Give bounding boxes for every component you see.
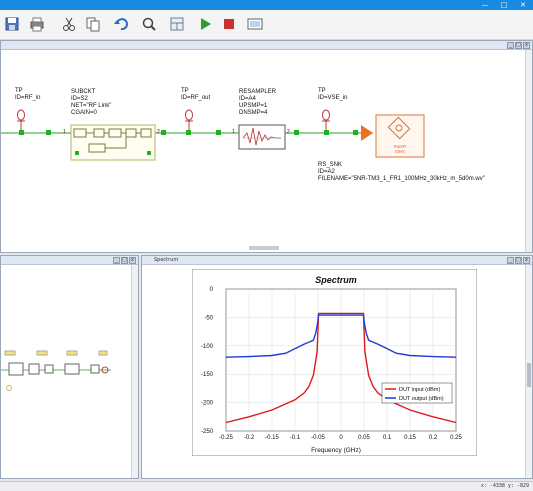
copy-icon[interactable] bbox=[84, 15, 102, 33]
undo-icon[interactable] bbox=[112, 15, 130, 33]
graph-window: Spectrum _ □ x Spectrum -0.25 -0.2 -0.15 -0… bbox=[141, 255, 533, 479]
cursor-coordinates: x: -4338 y: -829 bbox=[480, 483, 529, 489]
node-dot bbox=[353, 130, 358, 135]
subckt-port-1: 1 bbox=[63, 129, 66, 135]
stop-icon[interactable] bbox=[220, 15, 238, 33]
y-tick-label: -100 bbox=[201, 344, 214, 350]
subckt-type-label: SUBCKT bbox=[71, 89, 96, 95]
node-dot bbox=[294, 130, 299, 135]
x-tick-label: -0.1 bbox=[290, 435, 301, 441]
x-tick-label: 0.1 bbox=[383, 435, 392, 441]
resampler-port-2: 2 bbox=[287, 129, 290, 135]
graph-window-title: Spectrum bbox=[154, 257, 179, 263]
x-tick-label: 0.05 bbox=[358, 435, 370, 441]
title-bar: — □ ✕ bbox=[0, 0, 533, 10]
layout-icon[interactable] bbox=[168, 15, 186, 33]
test-point-probe-3 bbox=[322, 109, 330, 130]
zoom-icon[interactable] bbox=[140, 15, 158, 33]
x-tick-label: -0.15 bbox=[265, 435, 279, 441]
node-dot bbox=[19, 130, 24, 135]
subcircuit-canvas[interactable] bbox=[1, 346, 131, 396]
node-dot bbox=[46, 130, 51, 135]
legend-label: DUT output (dBm) bbox=[399, 396, 444, 402]
sink-input-arrow bbox=[361, 125, 373, 141]
resampler-dnsmp-label: DNSMP=4 bbox=[239, 110, 268, 116]
tp3-type-label: TP bbox=[318, 88, 326, 94]
x-axis-label: Frequency (GHz) bbox=[311, 447, 361, 454]
subcircuit-window-header: _ □ x bbox=[1, 256, 138, 265]
run-icon[interactable] bbox=[196, 15, 214, 33]
subcircuit-maximize-button[interactable]: □ bbox=[121, 257, 128, 264]
subcircuit-minimize-button[interactable]: _ bbox=[113, 257, 120, 264]
graph-maximize-button[interactable]: □ bbox=[515, 257, 522, 264]
close-button[interactable]: ✕ bbox=[516, 2, 530, 9]
x-tick-label: -0.2 bbox=[244, 435, 255, 441]
node-dot bbox=[186, 130, 191, 135]
tp1-id-label: ID=RF_in bbox=[15, 95, 41, 101]
schematic-vertical-scrollbar[interactable] bbox=[525, 50, 532, 252]
status-bar: x: -4338 y: -829 bbox=[0, 481, 533, 491]
tp2-id-label: ID=RF_out bbox=[181, 95, 211, 101]
tp1-type-label: TP bbox=[15, 88, 23, 94]
minimize-button[interactable]: — bbox=[478, 2, 492, 9]
y-tick-label: -200 bbox=[201, 401, 214, 407]
node-dot bbox=[216, 130, 221, 135]
graph-window-buttons: _ □ x bbox=[507, 257, 530, 264]
test-point-probe-2 bbox=[185, 109, 193, 130]
rs-snk-type-label: RS_SNK bbox=[318, 162, 343, 168]
x-tick-label: 0.15 bbox=[404, 435, 416, 441]
y-tick-label: -150 bbox=[201, 372, 214, 378]
subcircuit-window: _ □ x bbox=[0, 255, 139, 479]
schematic-close-button[interactable]: x bbox=[523, 42, 530, 49]
y-tick-label: -50 bbox=[204, 315, 213, 321]
subcircuit-vertical-scrollbar[interactable] bbox=[131, 265, 138, 478]
graph-close-button[interactable]: x bbox=[523, 257, 530, 264]
resampler-block bbox=[238, 124, 286, 150]
graph-window-header: Spectrum _ □ x bbox=[142, 256, 532, 265]
resampler-type-label: RESAMPLER bbox=[239, 89, 277, 95]
print-icon[interactable] bbox=[28, 15, 46, 33]
x-tick-label: 0.2 bbox=[429, 435, 438, 441]
resampler-port-1: 1 bbox=[232, 129, 235, 135]
x-tick-label: 0.25 bbox=[450, 435, 462, 441]
schematic-window: _ □ x TP ID=RF_in SUBCKT ID=S2 NET="RF L… bbox=[0, 40, 533, 253]
x-tick-label: -0.25 bbox=[219, 435, 233, 441]
subcircuit-close-button[interactable]: x bbox=[129, 257, 136, 264]
toolbar bbox=[0, 10, 533, 40]
test-point-probe-1 bbox=[17, 109, 25, 130]
maximize-button[interactable]: □ bbox=[497, 2, 511, 9]
save-icon[interactable] bbox=[3, 15, 21, 33]
rs-snk-id-label: ID=A2 bbox=[318, 169, 335, 175]
resampler-upsmp-label: UPSMP=1 bbox=[239, 103, 268, 109]
spectrum-chart: Spectrum -0.25 -0.2 -0.15 -0.1 -0.05 0 0.05 0.1… bbox=[192, 269, 477, 456]
subckt-net-label: NET="RF Link" bbox=[71, 103, 112, 109]
schematic-canvas[interactable] bbox=[1, 41, 521, 246]
y-tick-label: -250 bbox=[201, 429, 214, 435]
tp2-type-label: TP bbox=[181, 88, 189, 94]
node-dot bbox=[161, 130, 166, 135]
subcircuit-block bbox=[70, 124, 156, 161]
rs-sink-block-text: R&SR SINK bbox=[393, 144, 407, 154]
x-tick-label: -0.05 bbox=[311, 435, 325, 441]
legend-label: DUT input (dBm) bbox=[399, 387, 440, 393]
view-icon[interactable] bbox=[246, 15, 264, 33]
splitter-grip[interactable] bbox=[249, 246, 279, 250]
subcircuit-window-buttons: _ □ x bbox=[113, 257, 136, 264]
subckt-cgain-label: CGAIN=0 bbox=[71, 110, 97, 116]
rs-snk-filename-label: FILENAME="5NR-TM3_1_FR1_100MHz_30kHz_m_5… bbox=[318, 176, 485, 182]
resampler-id-label: ID=A4 bbox=[239, 96, 256, 102]
graph-vertical-scrollbar[interactable] bbox=[525, 265, 532, 478]
chart-title: Spectrum bbox=[315, 275, 357, 285]
node-dot bbox=[324, 130, 329, 135]
cut-icon[interactable] bbox=[60, 15, 78, 33]
tp3-id-label: ID=VSE_in bbox=[318, 95, 348, 101]
subckt-id-label: ID=S2 bbox=[71, 96, 88, 102]
subckt-port-2: 2 bbox=[157, 129, 160, 135]
graph-minimize-button[interactable]: _ bbox=[507, 257, 514, 264]
